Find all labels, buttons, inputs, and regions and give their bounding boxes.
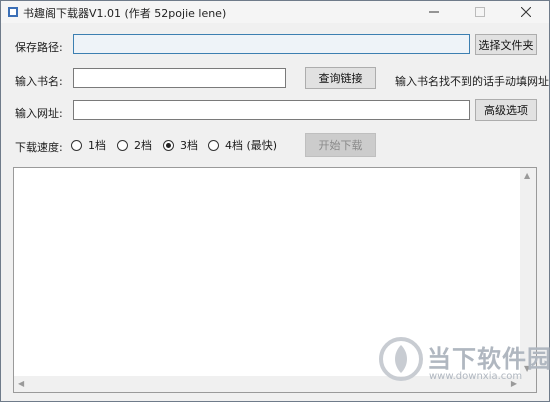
- speed-option-label: 4档 (最快): [225, 139, 278, 152]
- minimize-icon: [429, 11, 439, 13]
- book-name-label: 输入书名:: [15, 75, 63, 88]
- speed-label: 下载速度:: [15, 141, 63, 154]
- choose-folder-button[interactable]: 选择文件夹: [475, 34, 537, 55]
- speed-option-label: 3档: [180, 139, 198, 152]
- speed-radio-2[interactable]: 2档: [117, 137, 152, 153]
- start-download-button: 开始下载: [305, 133, 376, 157]
- hint-text: 输入书名找不到的话手动填网址: [395, 75, 549, 88]
- save-path-input[interactable]: [73, 34, 470, 54]
- url-input[interactable]: [73, 100, 470, 120]
- radio-selected-dot: [166, 142, 171, 148]
- save-path-label: 保存路径:: [15, 41, 63, 54]
- title-bar[interactable]: 书趣阁下载器V1.01 (作者 52pojie lene): [1, 1, 549, 23]
- maximize-button[interactable]: [457, 1, 503, 23]
- advanced-options-button[interactable]: 高级选项: [475, 99, 537, 121]
- window-title: 书趣阁下载器V1.01 (作者 52pojie lene): [23, 7, 227, 20]
- speed-radio-3[interactable]: 3档: [163, 137, 198, 153]
- speed-radio-4[interactable]: 4档 (最快): [208, 137, 277, 153]
- scroll-left-icon[interactable]: ◀: [18, 380, 24, 388]
- close-icon: [521, 7, 531, 17]
- app-icon: [8, 7, 18, 17]
- watermark-logo-icon: [379, 337, 423, 381]
- url-label: 输入网址:: [15, 107, 63, 120]
- speed-option-label: 2档: [134, 139, 152, 152]
- scroll-up-icon[interactable]: ▲: [524, 172, 530, 180]
- maximize-icon: [475, 7, 485, 17]
- query-link-button[interactable]: 查询链接: [305, 67, 376, 89]
- app-window: 书趣阁下载器V1.01 (作者 52pojie lene) 保存路径: 选择文件…: [0, 0, 550, 402]
- watermark: 当下软件园 www.downxia.com: [379, 337, 550, 393]
- radio-circle: [71, 139, 82, 151]
- speed-radio-1[interactable]: 1档: [71, 137, 106, 153]
- minimize-button[interactable]: [411, 1, 457, 23]
- speed-option-label: 1档: [88, 139, 106, 152]
- radio-circle: [117, 139, 128, 151]
- radio-circle: [208, 139, 219, 151]
- watermark-url: www.downxia.com: [429, 371, 523, 382]
- close-button[interactable]: [503, 1, 549, 23]
- radio-circle-selected: [163, 139, 174, 151]
- watermark-name: 当下软件园: [427, 345, 550, 373]
- book-name-input[interactable]: [73, 68, 286, 88]
